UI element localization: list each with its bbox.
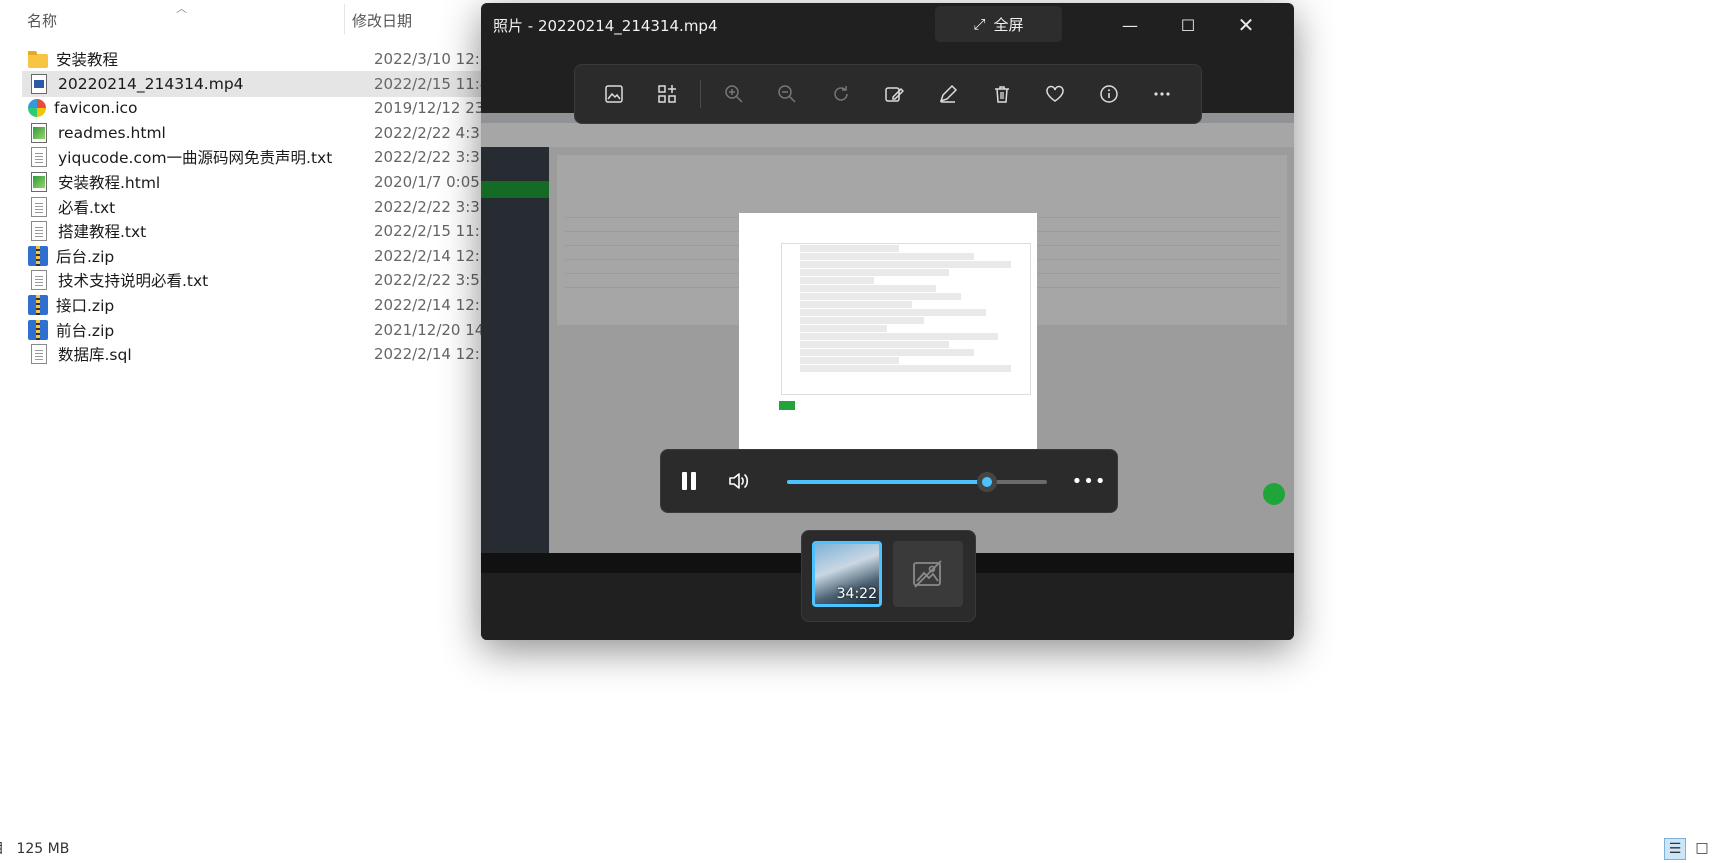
file-row[interactable]: 接口.zip 2022/2/14 12:13 — [22, 292, 499, 318]
add-to-album-icon[interactable] — [641, 74, 695, 114]
maximize-button[interactable]: ☐ — [1165, 7, 1211, 43]
video-float-badge — [1263, 483, 1285, 505]
video-duration: 34:22 — [836, 586, 877, 602]
status-size: 125 MB — [16, 841, 70, 857]
folder-icon — [28, 51, 48, 68]
text-file-icon — [31, 221, 47, 242]
video-panel-sidebar — [481, 147, 549, 553]
zip-file-icon — [28, 245, 48, 266]
file-name: 20220214_214314.mp4 — [58, 74, 244, 93]
file-name: 安装教程.html — [58, 174, 161, 192]
html-file-icon — [31, 172, 47, 192]
file-name: 搭建教程.txt — [58, 223, 147, 242]
title-bar: 照片 - 20220214_214314.mp4 ⤢ 全屏 — ☐ ✕ — [481, 3, 1294, 43]
file-row[interactable]: 安装教程 2022/3/10 12:32 — [22, 46, 499, 72]
file-row[interactable]: 必看.txt 2022/2/22 3:37 — [22, 194, 489, 220]
filmstrip-thumbnail-unavailable[interactable] — [893, 541, 963, 607]
zip-file-icon — [28, 319, 48, 340]
volume-icon[interactable] — [723, 465, 755, 497]
fullscreen-button[interactable]: ⤢ 全屏 — [935, 6, 1062, 42]
video-save-button — [779, 401, 795, 410]
sql-file-icon — [31, 344, 47, 365]
file-row[interactable]: 安装教程.html 2020/1/7 0:05 — [22, 169, 482, 195]
file-row[interactable]: 20220214_214314.mp4 2022/2/15 11:48 — [22, 70, 499, 97]
favorite-icon[interactable] — [1028, 74, 1082, 114]
column-header-modified[interactable]: 修改日期 — [352, 10, 412, 31]
file-row[interactable]: 前台.zip 2021/12/20 14:15 — [22, 317, 508, 343]
edit-image-icon[interactable] — [868, 74, 922, 114]
rotate-icon[interactable] — [814, 74, 868, 114]
minimize-button[interactable]: — — [1107, 7, 1153, 43]
text-file-icon — [31, 196, 47, 217]
zoom-in-icon[interactable] — [707, 74, 761, 114]
file-date: 2022/2/22 3:37 — [374, 197, 490, 216]
draw-icon[interactable] — [921, 74, 975, 114]
expand-icon: ⤢ — [973, 15, 986, 33]
large-icons-view-icon[interactable]: □ — [1692, 838, 1712, 858]
file-date: 2022/2/22 3:32 — [374, 148, 490, 167]
file-name: 技术支持说明必看.txt — [58, 272, 209, 291]
file-name: 前台.zip — [56, 321, 115, 340]
file-row[interactable]: 搭建教程.txt 2022/2/15 11:55 — [22, 218, 499, 244]
file-name: readmes.html — [58, 123, 166, 142]
video-browser-addressbar — [481, 123, 1294, 138]
video-code-editor — [781, 243, 1031, 395]
window-title: 照片 - 20220214_214314.mp4 — [493, 17, 718, 35]
file-row[interactable]: yiqucode.com一曲源码网免责声明.txt 2022/2/22 3:32 — [22, 144, 489, 170]
filmstrip-thumbnail-current[interactable]: 34:22 — [812, 541, 882, 607]
file-row[interactable]: 后台.zip 2022/2/14 12:13 — [22, 243, 499, 269]
column-header-name[interactable]: 名称 — [27, 10, 57, 31]
seek-thumb[interactable] — [977, 472, 998, 492]
html-file-icon — [31, 122, 47, 143]
info-icon[interactable] — [1082, 74, 1136, 114]
pause-icon[interactable] — [673, 465, 705, 497]
file-name: favicon.ico — [54, 99, 138, 118]
sort-ascending-icon: ︿ — [176, 2, 187, 15]
file-name: 安装教程 — [56, 51, 119, 69]
image-unavailable-icon — [913, 560, 942, 588]
file-row[interactable]: 数据库.sql 2022/2/14 12:14 — [22, 341, 499, 367]
text-file-icon — [31, 147, 47, 168]
fullscreen-label: 全屏 — [993, 15, 1024, 34]
toolbar-separator — [700, 80, 702, 108]
file-date: 2022/2/22 3:50 — [374, 271, 490, 290]
view-actual-size-icon[interactable] — [587, 74, 641, 114]
close-button[interactable]: ✕ — [1223, 7, 1269, 43]
file-date: 2022/2/22 4:38 — [374, 123, 490, 142]
ico-file-icon — [28, 99, 46, 118]
text-file-icon — [31, 270, 47, 291]
zoom-out-icon[interactable] — [761, 74, 815, 114]
file-name: 数据库.sql — [58, 346, 132, 365]
file-name: 接口.zip — [56, 297, 115, 315]
column-divider[interactable] — [344, 4, 345, 34]
details-view-icon[interactable]: ☰ — [1664, 838, 1686, 860]
delete-icon[interactable] — [975, 74, 1029, 114]
seek-progress — [787, 480, 988, 484]
file-row[interactable]: readmes.html 2022/2/22 4:38 — [22, 120, 489, 146]
seek-bar[interactable] — [787, 472, 1047, 492]
file-date: 2020/1/7 0:05 — [374, 173, 480, 191]
image-toolbar — [574, 64, 1202, 124]
file-name: 必看.txt — [58, 198, 116, 217]
file-row[interactable]: favicon.ico 2019/12/12 23:38 — [22, 95, 508, 121]
more-options-icon[interactable] — [1135, 74, 1189, 114]
file-name: yiqucode.com一曲源码网免责声明.txt — [58, 149, 333, 168]
more-playback-options-icon[interactable]: ••• — [1072, 465, 1106, 497]
playback-controls: ••• — [660, 449, 1118, 513]
file-row[interactable]: 技术支持说明必看.txt 2022/2/22 3:50 — [22, 267, 489, 293]
status-bar: 目 125 MB — [0, 838, 69, 858]
photos-window: 照片 - 20220214_214314.mp4 ⤢ 全屏 — ☐ ✕ ••• … — [481, 3, 1294, 640]
file-name: 后台.zip — [56, 247, 115, 266]
zip-file-icon — [28, 295, 48, 315]
filmstrip: 34:22 — [801, 530, 976, 622]
status-prefix: 目 — [0, 841, 4, 857]
video-file-icon — [31, 73, 47, 94]
view-switcher: ☰ □ — [1664, 838, 1712, 860]
